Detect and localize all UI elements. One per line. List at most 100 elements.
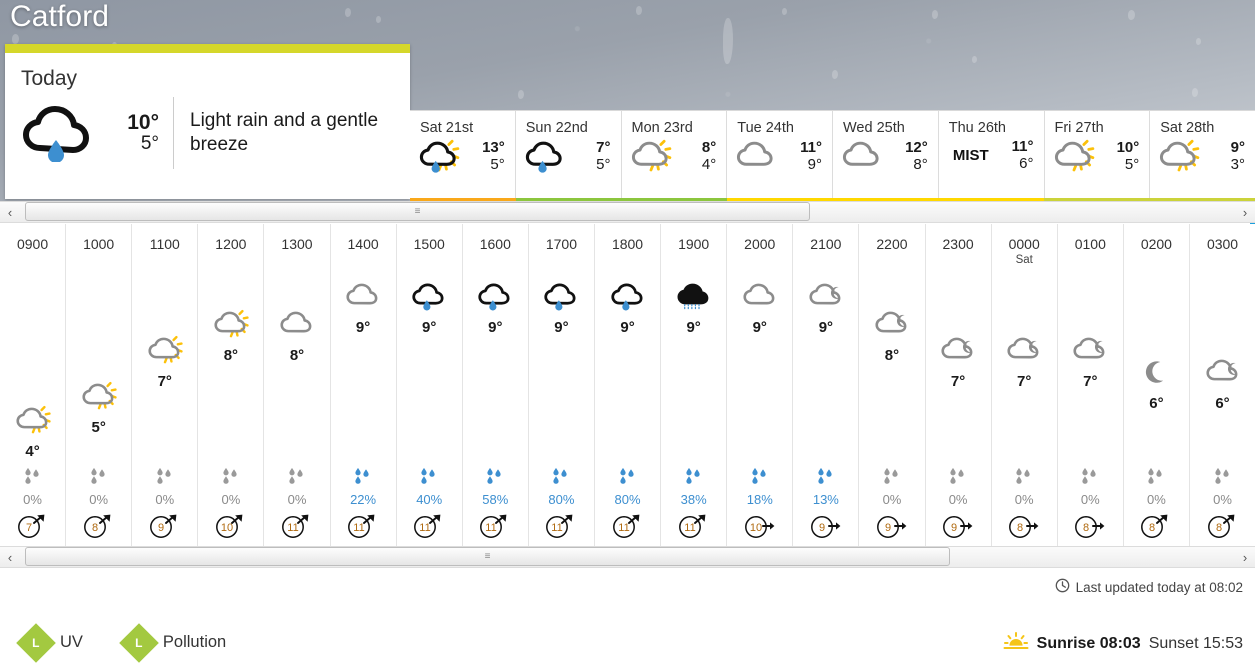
hour-column[interactable]: 0300 6° 0% 8	[1190, 224, 1255, 546]
uv-level-value: L	[32, 635, 40, 650]
hour-time: 1500	[413, 236, 445, 252]
hour-wind: 11	[595, 507, 660, 546]
today-summary-card[interactable]: Today 10° 5° Light rain and a gentle bre…	[5, 44, 410, 199]
hour-daymark	[0, 254, 65, 268]
hour-column[interactable]: 1800 9° 80% 11	[595, 224, 662, 546]
hour-time: 1400	[347, 236, 379, 252]
raindrops-icon	[553, 468, 568, 484]
svg-text:8: 8	[1083, 522, 1089, 534]
hour-wind: 10	[198, 507, 263, 546]
daily-forecast-strip[interactable]: Sat 21st 13° 5° Sun 22nd 7° 5° Mon 23rd 8° 4° Tue…	[410, 110, 1255, 198]
hour-wind: 11	[529, 507, 594, 546]
day-tab[interactable]: Tue 24th 11° 9°	[726, 111, 832, 198]
raindrops-icon	[487, 468, 501, 484]
scroll-left-arrow[interactable]: ‹	[0, 205, 20, 220]
hour-time: 0100	[1074, 236, 1106, 252]
hour-daymark	[1190, 254, 1255, 268]
wind-speed-icon: 9	[877, 516, 907, 538]
day-tab-name: Wed 25th	[843, 120, 905, 136]
hour-time: 1300	[281, 236, 313, 252]
svg-text:11: 11	[552, 522, 563, 534]
mist-label: MIST	[952, 146, 989, 164]
day-low: 6°	[1019, 155, 1034, 173]
day-tab[interactable]: Fri 27th 10° 5°	[1043, 111, 1150, 198]
hour-time: 1800	[611, 236, 644, 252]
today-high: 10°	[127, 111, 159, 134]
scroll-track[interactable]: ≡	[20, 201, 1235, 223]
hour-column[interactable]: 1500 9° 40% 11	[397, 224, 463, 546]
hourly-scrollbar[interactable]: ‹ ≡ ›	[0, 546, 1255, 568]
scroll-right-arrow[interactable]: ›	[1235, 205, 1255, 220]
hour-temperature: 5°	[91, 418, 106, 436]
scroll-thumb[interactable]: ≡	[25, 547, 950, 566]
hour-wind: 11	[331, 507, 396, 546]
hour-column[interactable]: 2100 9° 13% 9	[793, 224, 860, 546]
sun-cloud-icon	[1045, 138, 1103, 174]
hour-column[interactable]: 1000 5° 0% 8	[66, 224, 133, 546]
scroll-left-arrow[interactable]: ‹	[0, 550, 20, 565]
day-tab[interactable]: Wed 25th 12° 8°	[832, 111, 938, 198]
scroll-track[interactable]: ≡	[20, 546, 1235, 568]
day-low: 5°	[1124, 156, 1140, 173]
day-tab[interactable]: Sat 21st 13° 5°	[410, 111, 515, 198]
hour-column[interactable]: 0100 7° 0% 8	[1058, 224, 1124, 546]
daily-scrollbar[interactable]: ‹ ≡ ›	[0, 201, 1255, 223]
hour-daymark	[132, 254, 197, 268]
hour-wind: 8	[1190, 507, 1255, 546]
raindrops-icon	[223, 468, 237, 484]
hour-temperature: 9°	[686, 318, 701, 336]
scroll-thumb[interactable]: ≡	[25, 202, 810, 221]
hour-column[interactable]: 1900 9° 38% 11	[661, 224, 728, 546]
hour-temperature-graph: 8°	[198, 268, 263, 465]
hour-time: 2100	[810, 236, 842, 252]
svg-text:8: 8	[1149, 522, 1155, 534]
hour-column[interactable]: 1200 8° 0% 10	[198, 224, 265, 546]
hour-daymark	[331, 254, 396, 268]
hour-daymark	[793, 254, 858, 268]
hour-column[interactable]: 0900 4° 0% 7	[0, 224, 67, 546]
hour-column[interactable]: 2300 7° 0% 9	[926, 224, 992, 546]
mist-text: MIST	[939, 147, 997, 164]
moon-cloud-icon	[926, 330, 991, 370]
hour-precipitation: 0%	[264, 465, 329, 507]
hour-column[interactable]: 0200 6° 0% 8	[1124, 224, 1190, 546]
hour-wind: 8	[992, 507, 1057, 546]
hour-column[interactable]: 1400 9° 22% 11	[331, 224, 397, 546]
hour-temperature: 9°	[488, 318, 503, 336]
hour-wind: 11	[264, 507, 329, 546]
hour-column[interactable]: 2200 8° 0% 9	[859, 224, 926, 546]
day-low: 9°	[807, 156, 822, 173]
hour-column[interactable]: 0000 Sat 7° 0% 8	[992, 224, 1058, 546]
hour-time: 1900	[678, 236, 710, 252]
hour-column[interactable]: 1600 9° 58% 11	[463, 224, 529, 546]
hour-precipitation: 0%	[926, 465, 991, 507]
pollution-badge-group[interactable]: L Pollution	[119, 622, 226, 663]
uv-badge-group[interactable]: L UV	[16, 622, 83, 663]
svg-text:7: 7	[25, 522, 31, 534]
hour-column[interactable]: 1300 8° 0% 11	[264, 224, 331, 546]
hour-column[interactable]: 1100 7° 0% 9	[132, 224, 199, 546]
hour-temperature-graph: 9°	[529, 268, 594, 465]
precipitation-value: 13%	[812, 492, 839, 507]
hour-precipitation: 0%	[1058, 465, 1123, 507]
day-tab[interactable]: Sun 22nd 7° 5°	[514, 111, 621, 198]
hour-wind: 11	[661, 507, 726, 546]
precipitation-value: 58%	[482, 492, 509, 507]
sun-cloud-icon	[198, 304, 263, 344]
svg-text:8: 8	[1017, 522, 1023, 534]
raindrops-icon	[91, 468, 105, 484]
hour-column[interactable]: 2000 9° 18% 10	[727, 224, 794, 546]
cloud-rain-icon	[397, 276, 462, 316]
scroll-right-arrow[interactable]: ›	[1235, 550, 1255, 565]
raindrops-icon	[752, 468, 766, 484]
hourly-forecast-grid: 0900 4° 0% 7 1000 5° 0% 8 1100 7° 0% 9 1200 8° 0% 10 130…	[0, 224, 1255, 546]
hour-column[interactable]: 1700 9° 80% 11	[529, 224, 595, 546]
hour-daymark	[595, 254, 660, 268]
day-tab[interactable]: Mon 23rd 8° 4°	[620, 111, 727, 198]
hour-temperature-graph: 9°	[397, 268, 462, 465]
sunset-text: Sunset 15:53	[1148, 634, 1243, 652]
day-tab[interactable]: Thu 26th MIST 11° 6°	[937, 111, 1044, 198]
hour-wind: 8	[1058, 507, 1123, 546]
day-tab[interactable]: Sat 28th 9° 3°	[1149, 111, 1255, 198]
hour-daymark: Sat	[1015, 254, 1033, 266]
